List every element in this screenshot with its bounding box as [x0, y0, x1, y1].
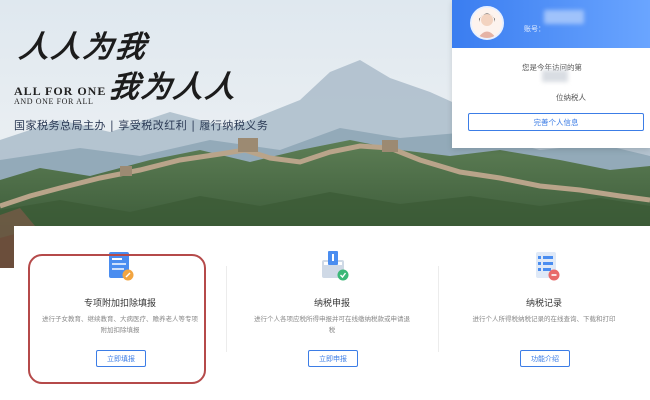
tax-record-icon[interactable] — [528, 248, 564, 284]
user-info-card: 账号： 您是今年访问的第 位纳税人 完善个人信息 — [452, 0, 650, 148]
banner-slogan: 国家税务总局主办 | 享受税改红利 | 履行纳税义务 — [14, 119, 269, 132]
avatar[interactable] — [470, 6, 504, 40]
service-title: 纳税记录 — [525, 298, 562, 308]
account-label: 账号： — [524, 26, 545, 33]
declare-now-button[interactable]: 立即申报 — [308, 350, 358, 367]
calligraphy-line-2: 我为人人 — [107, 70, 240, 105]
service-description: 进行个人各项应税所得申报并可在线缴纳税款或申请退税 — [254, 316, 410, 334]
service-description: 进行个人所得税纳税记录的在线查询、下载和打印 — [472, 316, 616, 323]
feature-intro-button[interactable]: 功能介绍 — [520, 350, 570, 367]
user-card-header: 账号： — [452, 0, 650, 48]
highlight-annotation — [28, 254, 206, 384]
tax-declare-icon[interactable] — [316, 248, 352, 284]
english-slogan-line-2: AND ONE FOR ALL — [14, 97, 94, 106]
visit-rank-text: 位纳税人 — [556, 93, 586, 102]
account-mask — [544, 10, 584, 24]
user-avatar-icon — [472, 8, 502, 38]
calligraphy-line-1: 人人为我 — [17, 30, 150, 65]
service-tax-record: 纳税记录 进行个人所得税纳税记录的在线查询、下载和打印 功能介绍 — [438, 226, 650, 384]
complete-profile-button[interactable]: 完善个人信息 — [468, 113, 644, 131]
visit-count-mask — [542, 70, 568, 82]
service-title: 纳税申报 — [313, 298, 350, 308]
service-tax-declaration: 纳税申报 进行个人各项应税所得申报并可在线缴纳税款或申请退税 立即申报 — [226, 226, 438, 384]
